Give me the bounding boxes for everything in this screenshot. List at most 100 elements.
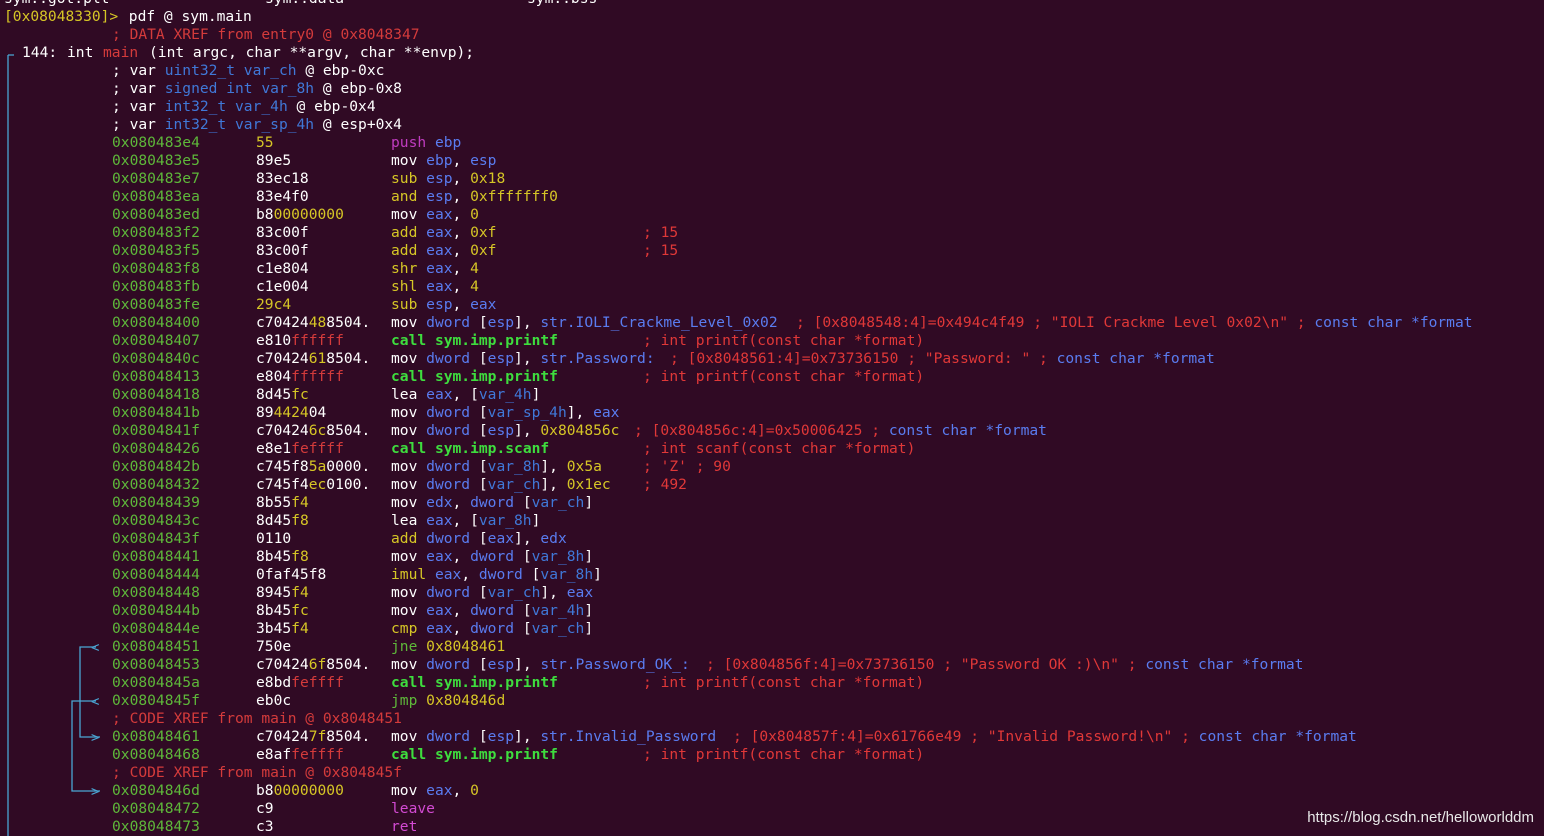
instruction-row[interactable]: 0x08048432 c745f4ec0100. mov dword [var_ch… (0, 476, 1544, 494)
instruction-address[interactable]: 0x08048453 (112, 656, 200, 674)
instruction-row[interactable]: 0x08048451 750e jne 0x8048461 (0, 638, 1544, 656)
instruction-address[interactable]: 0x0804845a (112, 674, 200, 692)
instruction-text: cmp eax, dword [var_ch] (391, 620, 594, 637)
instruction-text: ret (391, 818, 418, 835)
instruction-address[interactable]: 0x08048473 (112, 818, 200, 836)
instruction-bytes: 0faf45f8 (256, 566, 327, 583)
instruction-address[interactable]: 0x08048418 (112, 386, 200, 404)
instruction-address[interactable]: 0x080483f5 (112, 242, 200, 260)
instruction-row[interactable]: 0x080483f2 83c00f add eax, 0xf ; 15 (0, 224, 1544, 242)
instruction-address[interactable]: 0x0804842b (112, 458, 200, 476)
instruction-row[interactable]: 0x0804846d b800000000 mov eax, 0 (0, 782, 1544, 800)
instruction-comment: ; 15 (643, 242, 679, 259)
instruction-address[interactable]: 0x0804845f (112, 692, 200, 710)
instruction-address[interactable]: 0x080483e7 (112, 170, 200, 188)
var-decl: ; var int32_t var_sp_4h @ esp+0x4 (0, 116, 1544, 134)
instruction-address[interactable]: 0x0804844e (112, 620, 200, 638)
instruction-row[interactable]: 0x0804841b 89442404 mov dword [var_sp_4h],… (0, 404, 1544, 422)
instruction-bytes: c745f85a0000. (256, 458, 371, 475)
instruction-address[interactable]: 0x0804843c (112, 512, 200, 530)
instruction-text: shr eax, 4 (391, 260, 479, 277)
instruction-address[interactable]: 0x080483e5 (112, 152, 200, 170)
instruction-address[interactable]: 0x08048426 (112, 440, 200, 458)
instruction-row[interactable]: 0x0804844e 3b45f4 cmp eax, dword [var_ch] (0, 620, 1544, 638)
instruction-text: mov ebp, esp (391, 152, 497, 169)
instruction-address[interactable]: 0x080483f8 (112, 260, 200, 278)
instruction-address[interactable]: 0x0804843f (112, 530, 200, 548)
var-decl-text: ; var uint32_t var_ch @ ebp-0xc (112, 62, 385, 79)
instruction-bytes: 8b45fc (256, 602, 309, 619)
instruction-address[interactable]: 0x0804844b (112, 602, 200, 620)
instruction-row[interactable]: 0x080483e5 89e5 mov ebp, esp (0, 152, 1544, 170)
instruction-text: sub esp, 0x18 (391, 170, 506, 187)
instruction-bytes: 750e (256, 638, 292, 655)
command-input[interactable]: pdf @ sym.main (120, 8, 252, 26)
instruction-address[interactable]: 0x080483fb (112, 278, 200, 296)
instruction-row[interactable]: 0x080483fb c1e004 shl eax, 4 (0, 278, 1544, 296)
instruction-address[interactable]: 0x0804841f (112, 422, 200, 440)
instruction-row[interactable]: 0x0804844b 8b45fc mov eax, dword [var_4h] (0, 602, 1544, 620)
instruction-address[interactable]: 0x0804841b (112, 404, 200, 422)
instruction-address[interactable]: 0x08048461 (112, 728, 200, 746)
instruction-row[interactable]: 0x08048407 e810ffffff call sym.imp.printf;… (0, 332, 1544, 350)
instruction-address[interactable]: 0x08048448 (112, 584, 200, 602)
instruction-row[interactable]: 0x08048468 e8affeffff call sym.imp.printf;… (0, 746, 1544, 764)
instruction-bytes: 0110 (256, 530, 292, 547)
instruction-row[interactable]: 0x0804841f c704246c8504. mov dword [esp], … (0, 422, 1544, 440)
instruction-bytes: 83e4f0 (256, 188, 309, 205)
instruction-address[interactable]: 0x08048451 (112, 638, 200, 656)
instruction-address[interactable]: 0x08048468 (112, 746, 200, 764)
instruction-row[interactable]: 0x0804843c 8d45f8 lea eax, [var_8h] (0, 512, 1544, 530)
instruction-address[interactable]: 0x080483f2 (112, 224, 200, 242)
instruction-row[interactable]: 0x08048448 8945f4 mov dword [var_ch], eax (0, 584, 1544, 602)
instruction-address[interactable]: 0x08048400 (112, 314, 200, 332)
instruction-row[interactable]: 0x08048413 e804ffffff call sym.imp.printf;… (0, 368, 1544, 386)
instruction-row[interactable]: 0x080483f5 83c00f add eax, 0xf ; 15 (0, 242, 1544, 260)
instruction-row[interactable]: 0x080483ed b800000000 mov eax, 0 (0, 206, 1544, 224)
instruction-address[interactable]: 0x0804846d (112, 782, 200, 800)
instruction-row[interactable]: 0x08048461 c704247f8504. mov dword [esp], … (0, 728, 1544, 746)
instruction-bytes: e810ffffff (256, 332, 344, 349)
instruction-row[interactable]: 0x080483fe 29c4 sub esp, eax (0, 296, 1544, 314)
instruction-row[interactable]: 0x0804842b c745f85a0000. mov dword [var_8h… (0, 458, 1544, 476)
instruction-row[interactable]: 0x0804845a e8bdfeffff call sym.imp.printf;… (0, 674, 1544, 692)
instruction-row[interactable]: 0x080483e4 55 push ebp (0, 134, 1544, 152)
instruction-row[interactable]: 0x08048426 e8e1feffff call sym.imp.scanf ; … (0, 440, 1544, 458)
instruction-text: lea eax, [var_4h] (391, 386, 541, 403)
instruction-row[interactable]: 0x0804843f 0110 add dword [eax], edx (0, 530, 1544, 548)
instruction-comment: ; int printf(const char *format) (643, 368, 925, 385)
instruction-row[interactable]: 0x08048418 8d45fc lea eax, [var_4h] (0, 386, 1544, 404)
instruction-row[interactable]: 0x08048444 0faf45f8 imul eax, dword [var_8… (0, 566, 1544, 584)
instruction-bytes: 8b45f8 (256, 548, 309, 565)
instruction-text: mov dword [var_sp_4h], eax (391, 404, 620, 421)
instruction-address[interactable]: 0x08048441 (112, 548, 200, 566)
instruction-bytes: c3 (256, 818, 274, 835)
code-xref-comment: ; CODE XREF from main @ 0x8048451 (112, 710, 402, 727)
instruction-bytes: 89e5 (256, 152, 292, 169)
instruction-text: leave (391, 800, 435, 817)
instruction-row[interactable]: 0x08048453 c704246f8504. mov dword [esp], … (0, 656, 1544, 674)
instruction-bytes: c1e804 (256, 260, 309, 277)
command-line[interactable]: [0x08048330]> pdf @ sym.main (0, 8, 1544, 26)
instruction-address[interactable]: 0x080483fe (112, 296, 200, 314)
instruction-address[interactable]: 0x08048432 (112, 476, 200, 494)
instruction-address[interactable]: 0x08048413 (112, 368, 200, 386)
instruction-row[interactable]: 0x08048439 8b55f4 mov edx, dword [var_ch] (0, 494, 1544, 512)
instruction-address[interactable]: 0x08048444 (112, 566, 200, 584)
instruction-address[interactable]: 0x080483ed (112, 206, 200, 224)
instruction-row[interactable]: 0x080483ea 83e4f0 and esp, 0xfffffff0 (0, 188, 1544, 206)
instruction-address[interactable]: 0x08048439 (112, 494, 200, 512)
instruction-row[interactable]: 0x08048441 8b45f8 mov eax, dword [var_8h] (0, 548, 1544, 566)
instruction-address[interactable]: 0x08048407 (112, 332, 200, 350)
instruction-row[interactable]: 0x080483e7 83ec18 sub esp, 0x18 (0, 170, 1544, 188)
instruction-row[interactable]: 0x08048400 c70424488504. mov dword [esp], … (0, 314, 1544, 332)
instruction-row[interactable]: 0x0804840c c70424618504. mov dword [esp], … (0, 350, 1544, 368)
var-decl-text: ; var int32_t var_sp_4h @ esp+0x4 (112, 116, 402, 133)
instruction-address[interactable]: 0x080483e4 (112, 134, 200, 152)
instruction-address[interactable]: 0x0804840c (112, 350, 200, 368)
instruction-address[interactable]: 0x08048472 (112, 800, 200, 818)
instruction-row[interactable]: 0x0804845f eb0c jmp 0x804846d (0, 692, 1544, 710)
instruction-address[interactable]: 0x080483ea (112, 188, 200, 206)
var-decl: ; var int32_t var_4h @ ebp-0x4 (0, 98, 1544, 116)
instruction-row[interactable]: 0x080483f8 c1e804 shr eax, 4 (0, 260, 1544, 278)
